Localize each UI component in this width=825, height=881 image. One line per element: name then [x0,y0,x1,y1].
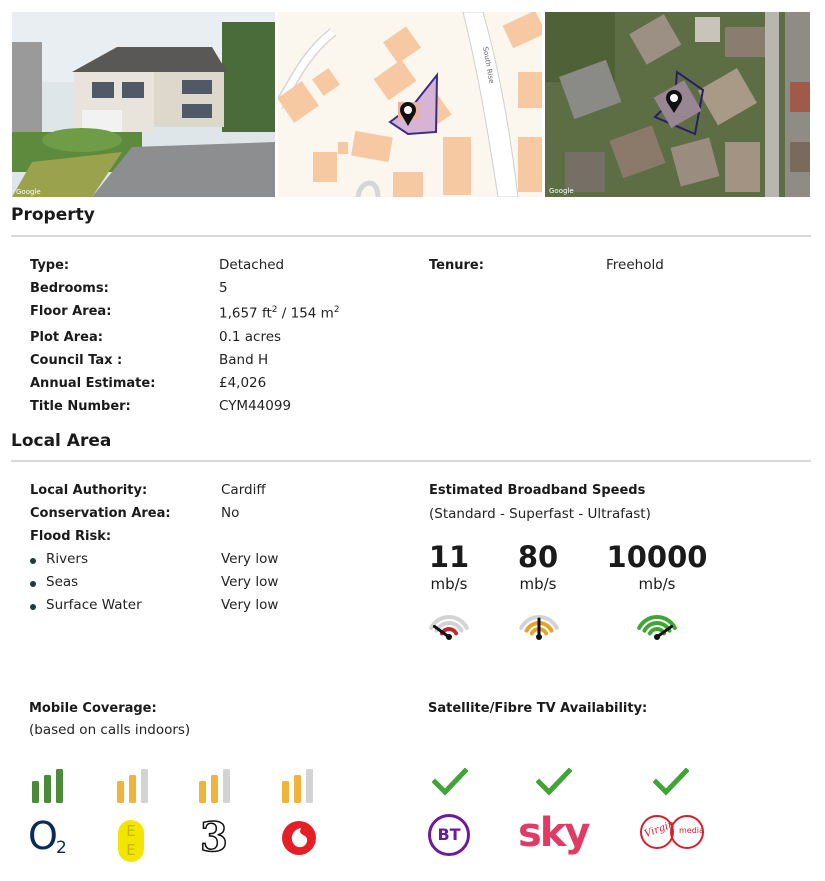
plot-area-value: 0.1 acres [219,329,282,345]
tv-availability-title: Satellite/Fibre TV Availability: [428,701,648,716]
photo-strip: Google South Rise Google [12,12,810,197]
broadband-subtitle: (Standard - Superfast - Ultrafast) [429,506,651,522]
o2-logo: O 2 [28,814,67,858]
mobile-coverage-title: Mobile Coverage: [29,701,157,716]
signal-bars-icon [282,769,313,803]
floor-area-label: Floor Area: [30,304,112,319]
signal-bar [306,769,313,803]
speed-ultrafast-value: 10000 [606,540,708,574]
ee-logo: E E [118,820,144,862]
speed-gauge-icon [429,615,469,640]
svg-text:Google: Google [16,188,41,196]
plot-area-label: Plot Area: [30,330,103,345]
svg-text:Google: Google [549,187,574,195]
title-number-label: Title Number: [30,399,131,414]
local-authority-label: Local Authority: [30,483,148,498]
speed-gauge-icon [519,615,559,640]
tenure-label: Tenure: [429,258,484,273]
signal-bar [223,769,230,803]
satellite-view[interactable]: Google [545,12,810,197]
local-area-section-title: Local Area [11,431,112,451]
three-logo: 3 [199,814,228,861]
council-tax-label: Council Tax : [30,353,123,368]
flood-rivers-value: Very low [221,551,279,567]
type-label: Type: [30,258,70,273]
bedrooms-value: 5 [219,280,228,296]
mobile-coverage-subtitle: (based on calls indoors) [29,722,191,738]
signal-bar [294,775,301,803]
check-icon [432,768,468,796]
bt-logo: BT [428,814,470,856]
signal-bar [44,775,51,803]
signal-bar [129,775,136,803]
speed-superfast-unit: mb/s [519,575,557,593]
flood-rivers-label: Rivers [46,551,89,567]
gauge-hub [536,634,542,640]
annual-estimate-value: £4,026 [219,375,267,391]
conservation-area-label: Conservation Area: [30,506,171,521]
vodafone-logo [282,821,316,855]
flood-surface-water-value: Very low [221,597,279,613]
signal-bar [141,769,148,803]
sky-logo: sky [518,810,590,856]
council-tax-value: Band H [219,352,269,368]
signal-bars-icon [199,769,230,803]
gauge-hub [654,634,660,640]
conservation-area-value: No [221,505,240,521]
signal-bar [211,775,218,803]
signal-bars-icon [32,769,63,803]
property-section-title: Property [11,205,95,225]
speed-gauge-icon [637,615,677,640]
flood-surface-water-label: Surface Water [46,597,142,613]
gauge-hub [446,634,452,640]
signal-bar [282,781,289,803]
virgin-media-logo: Virgin media [639,814,705,850]
bedrooms-label: Bedrooms: [30,281,109,296]
signal-bar [199,781,206,803]
speed-ultrafast-unit: mb/s [638,575,676,593]
bullet-icon [30,558,36,564]
tenure-value: Freehold [606,257,664,273]
check-icon [653,768,689,796]
speed-superfast-value: 80 [517,540,559,574]
type-value: Detached [219,257,285,273]
annual-estimate-label: Annual Estimate: [30,376,156,391]
check-icon [536,768,572,796]
property-divider [11,235,811,237]
bullet-icon [30,604,36,610]
street-view-photo[interactable]: Google [12,12,275,197]
map-view[interactable]: South Rise [278,12,542,197]
signal-bar [117,781,124,803]
signal-bar [32,781,39,803]
title-number-value: CYM44099 [219,398,292,414]
bullet-icon [30,581,36,587]
flood-seas-label: Seas [46,574,79,590]
local-authority-value: Cardiff [221,482,266,498]
flood-seas-value: Very low [221,574,279,590]
signal-bar [56,769,63,803]
floor-area-value: 1,657 ft2 / 154 m2 [219,305,340,322]
signal-bars-icon [117,769,148,803]
local-area-divider [11,460,811,462]
broadband-title: Estimated Broadband Speeds [429,483,646,498]
flood-risk-label: Flood Risk: [30,529,112,544]
